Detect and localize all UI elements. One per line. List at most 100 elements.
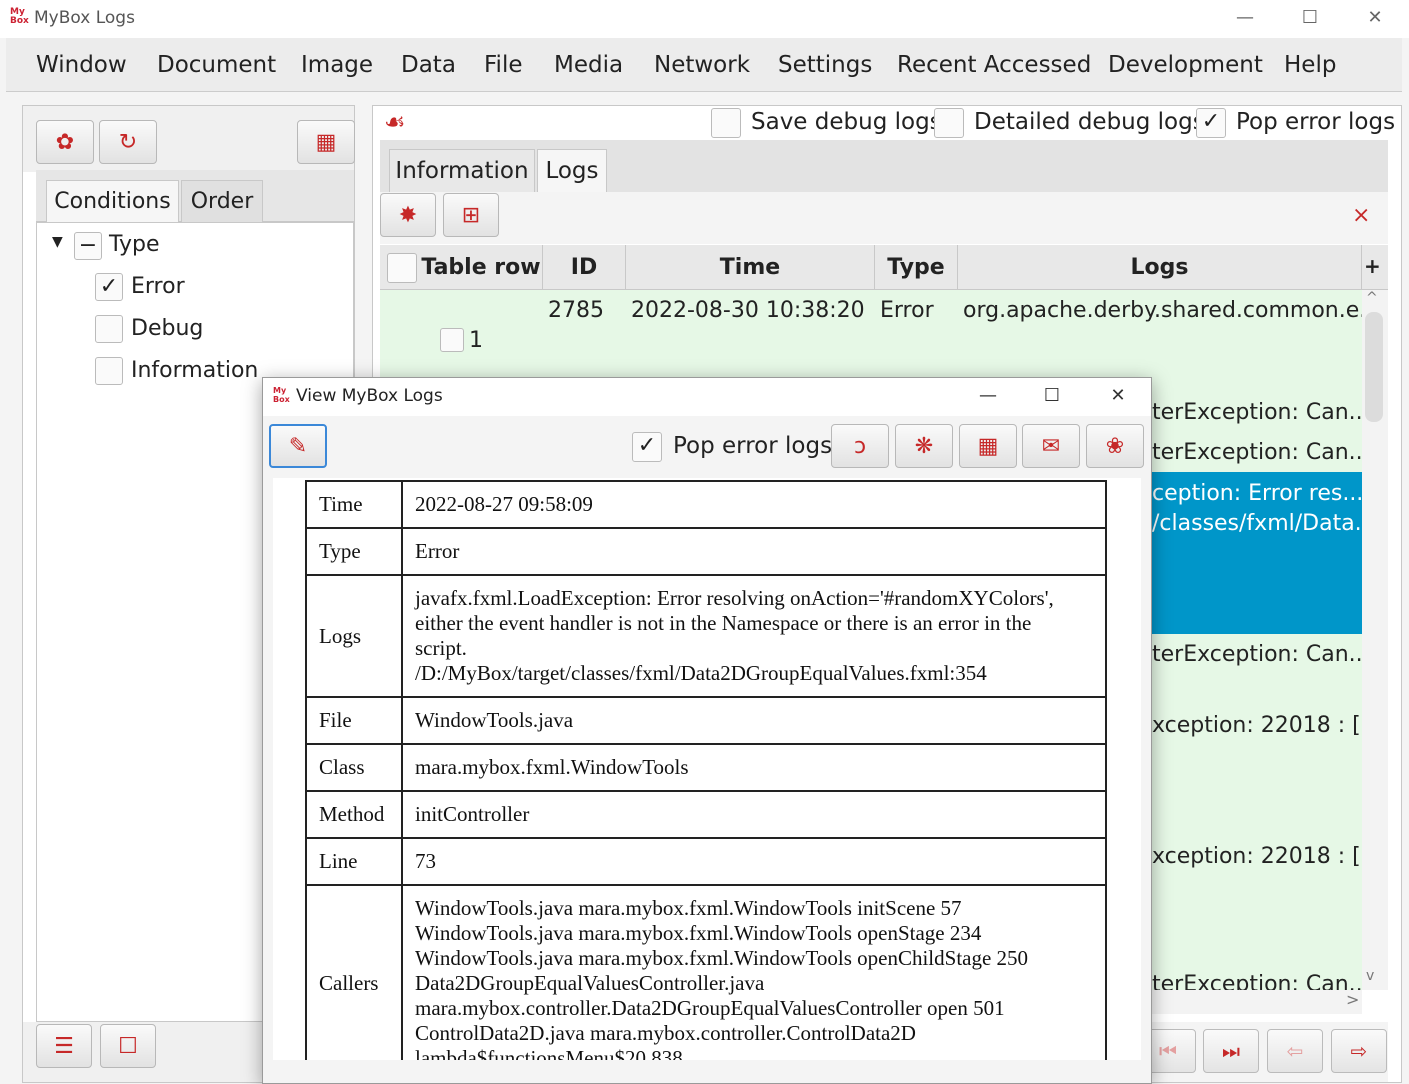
select-none-icon: ☐ (118, 1033, 138, 1059)
add-column-button[interactable]: + (1364, 254, 1381, 278)
hide-icon[interactable]: ⨯ (1352, 203, 1370, 228)
next-page-button[interactable]: ⇨ (1331, 1029, 1387, 1073)
row-time: 2022-08-30 10:38:20 (631, 298, 865, 323)
column-id[interactable]: ID (543, 245, 626, 290)
scroll-up-icon[interactable]: ^ (1366, 290, 1378, 306)
table-scroll-thumb[interactable] (1365, 312, 1383, 422)
table-horizontal-scrollbar[interactable] (1150, 990, 1362, 1014)
callers-line: mara.mybox.controller.Data2DGroupEqualVa… (415, 996, 1005, 1020)
detail-class-value: mara.mybox.fxml.WindowTools (401, 743, 1107, 792)
detail-callers-value: WindowTools.java mara.mybox.fxml.WindowT… (401, 884, 1107, 1060)
logs-line: either the event handler is not in the N… (415, 611, 1032, 635)
menu-network[interactable]: Network (654, 52, 750, 78)
select-none-button[interactable]: ☐ (100, 1024, 156, 1068)
tree-root-checkbox[interactable]: − (74, 232, 102, 260)
menu-recent-accessed[interactable]: Recent Accessed (897, 52, 1091, 78)
refresh-button[interactable]: ↻ (99, 120, 157, 164)
row-type: Error (880, 298, 934, 323)
rose-button[interactable]: ❀ (1086, 424, 1144, 468)
search-button[interactable]: ↄ (831, 424, 889, 468)
detailed-debug-label[interactable]: Detailed debug logs (974, 109, 1205, 135)
dialog-pop-error-label[interactable]: Pop error logs (673, 433, 832, 459)
previous-page-button[interactable]: ⇦ (1267, 1029, 1323, 1073)
edit-button[interactable]: ✎ (269, 424, 327, 468)
save-debug-checkbox[interactable] (711, 108, 741, 138)
last-page-button[interactable]: ⏭ (1203, 1029, 1259, 1073)
detail-key: Method (305, 790, 403, 839)
detail-key: Time (305, 480, 403, 529)
column-time[interactable]: Time (626, 245, 875, 290)
tree-item-debug[interactable]: Debug (131, 316, 203, 341)
column-type[interactable]: Type (875, 245, 958, 290)
menu-development[interactable]: Development (1108, 52, 1263, 78)
detail-key: File (305, 696, 403, 745)
menu-file[interactable]: File (484, 52, 523, 78)
detail-row-method: Method initController (305, 790, 1107, 839)
tree-item-information[interactable]: Information (131, 358, 258, 383)
maximize-button[interactable]: ☐ (1290, 4, 1330, 32)
row-logs-fragment: xception: 22018 : [... (1152, 713, 1382, 738)
clear-conditions-button[interactable]: ✿ (36, 120, 94, 164)
dialog-minimize-button[interactable]: — (968, 382, 1008, 410)
view-button[interactable]: ⊞ (443, 193, 499, 237)
delete-button[interactable]: ✸ (380, 193, 436, 237)
detail-key: Callers (305, 884, 403, 1060)
tab-order[interactable]: Order (181, 180, 263, 222)
scroll-right-icon[interactable]: > (1346, 990, 1359, 1009)
menu-document[interactable]: Document (157, 52, 276, 78)
tree-debug-checkbox[interactable] (95, 315, 123, 343)
tree-error-checkbox[interactable]: ✓ (95, 273, 123, 301)
save-debug-label[interactable]: Save debug logs (751, 109, 942, 135)
pop-error-checkbox[interactable]: ✓ (1196, 108, 1226, 138)
row-logs-fragment: /classes/fxml/Data... (1152, 511, 1376, 536)
callers-line: WindowTools.java mara.mybox.fxml.WindowT… (415, 946, 1029, 970)
dialog-menu-button[interactable]: ▦ (959, 424, 1017, 468)
tab-logs[interactable]: Logs (537, 149, 607, 192)
menu-image[interactable]: Image (301, 52, 373, 78)
detail-line-value: 73 (401, 837, 1107, 886)
tree-root-type[interactable]: Type (109, 232, 160, 257)
pop-error-label[interactable]: Pop error logs (1236, 109, 1395, 135)
menu-help[interactable]: Help (1284, 52, 1336, 78)
expand-arrow-icon[interactable]: ▼ (52, 234, 63, 250)
row-checkbox[interactable] (440, 328, 464, 352)
detailed-debug-checkbox[interactable] (934, 108, 964, 138)
minimize-button[interactable]: — (1225, 4, 1265, 32)
row-id: 2785 (548, 298, 604, 323)
dialog-close-button[interactable]: ✕ (1098, 382, 1138, 410)
menu-settings[interactable]: Settings (778, 52, 872, 78)
flower-button[interactable]: ❋ (895, 424, 953, 468)
tree-information-checkbox[interactable] (95, 357, 123, 385)
dialog-title: View MyBox Logs (296, 386, 443, 406)
detail-row-line: Line 73 (305, 837, 1107, 886)
menu-window[interactable]: Window (36, 52, 127, 78)
detail-method-value: initController (401, 790, 1107, 839)
column-logs[interactable]: Logs (958, 245, 1362, 290)
menu-data[interactable]: Data (401, 52, 456, 78)
menu-icon: ▦ (977, 433, 999, 459)
tree-item-error[interactable]: Error (131, 274, 185, 299)
detail-key: Type (305, 527, 403, 576)
logs-toolbar (380, 192, 1388, 244)
window-title: MyBox Logs (34, 8, 135, 28)
select-all-button[interactable]: ☰ (36, 1024, 92, 1068)
row-logs-clipped: terException: Can... (1152, 974, 1362, 990)
scroll-down-icon[interactable]: v (1366, 968, 1374, 984)
column-table-row[interactable]: Table row (420, 245, 543, 290)
select-all-rows-checkbox[interactable] (387, 253, 417, 283)
callers-line: WindowTools.java mara.mybox.fxml.WindowT… (415, 896, 962, 920)
dialog-pop-error-checkbox[interactable]: ✓ (632, 432, 662, 462)
detail-key: Class (305, 743, 403, 792)
menu-button[interactable]: ▦ (297, 120, 355, 164)
clear-icon: ✿ (55, 129, 75, 155)
logs-line: javafx.fxml.LoadException: Error resolvi… (415, 586, 1054, 610)
next-icon: ⇨ (1350, 1039, 1368, 1063)
tab-conditions[interactable]: Conditions (46, 180, 179, 222)
mail-button[interactable]: ✉ (1022, 424, 1080, 468)
menu-media[interactable]: Media (554, 52, 623, 78)
dialog-maximize-button[interactable]: ☐ (1032, 382, 1072, 410)
tab-information[interactable]: Information (389, 149, 535, 192)
close-button[interactable]: ✕ (1355, 4, 1395, 32)
detail-time-value: 2022-08-27 09:58:09 (401, 480, 1107, 529)
row-logs-fragment: terException: Can... (1152, 400, 1370, 425)
